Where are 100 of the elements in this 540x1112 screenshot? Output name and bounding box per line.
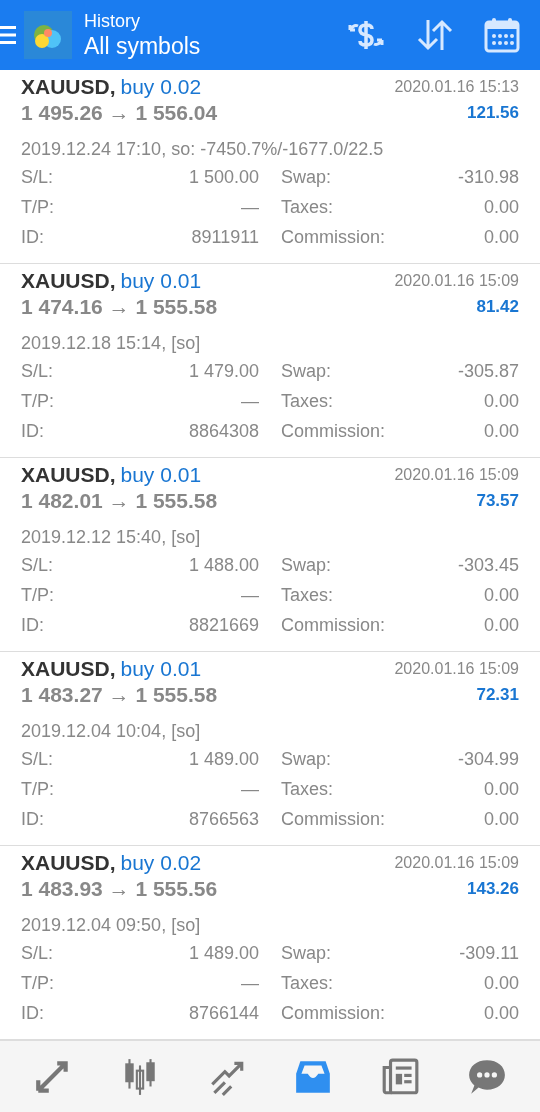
field-label: Swap:	[281, 359, 332, 383]
field-value: 0.00	[483, 807, 519, 831]
app-logo-icon	[24, 11, 72, 59]
deal-card[interactable]: XAUUSD, buy 0.01 2020.01.16 15:09 1 482.01 → 1 555.58 73.57 2019.12.12 15:40, [so] S/L: 1 488.00 Swap: -303.45 T/P: — Taxes: 0.00 ID: 8821669 Commission: 0.00	[0, 458, 540, 652]
field-label: T/P:	[21, 971, 54, 995]
field-label: ID:	[21, 1001, 44, 1025]
field-label: S/L:	[21, 941, 54, 965]
field-value: 8821669	[188, 613, 259, 637]
open-info: 2019.12.04 10:04, [so]	[21, 720, 202, 743]
field-value: —	[241, 777, 259, 801]
field-label: Swap:	[281, 747, 332, 771]
deal-card[interactable]: XAUUSD, buy 0.01 2020.01.16 15:09 1 474.16 → 1 555.58 81.42 2019.12.18 15:14, [so] S/L: 1 479.00 Swap: -305.87 T/P: — Taxes: 0.00 ID: 8864308 Commission: 0.00	[0, 264, 540, 458]
price-range: 1 483.27 → 1 555.58	[21, 682, 218, 709]
field-label: S/L:	[21, 747, 54, 771]
field-label: Taxes:	[281, 971, 334, 995]
deal-volume: buy 0.02	[120, 74, 202, 101]
field-value: -309.11	[459, 941, 519, 965]
price-range: 1 495.26 → 1 556.04	[21, 100, 218, 127]
profit: 72.31	[476, 684, 519, 707]
screen-title: History	[84, 10, 141, 32]
field-label: S/L:	[21, 553, 54, 577]
close-time: 2020.01.16 15:13	[394, 77, 519, 97]
field-label: Taxes:	[281, 777, 334, 801]
sort-icon[interactable]	[416, 18, 454, 52]
field-label: ID:	[21, 225, 44, 249]
field-label: Commission:	[281, 1001, 386, 1025]
field-label: Taxes:	[281, 389, 334, 413]
field-value: 0.00	[483, 195, 519, 219]
field-label: Swap:	[281, 941, 332, 965]
field-value: 0.00	[483, 1001, 519, 1025]
field-value: 0.00	[483, 613, 519, 637]
field-value: 1 479.00	[188, 359, 259, 383]
field-value: 0.00	[483, 583, 519, 607]
field-value: 8911911	[191, 225, 259, 249]
field-label: Taxes:	[281, 583, 334, 607]
field-value: -304.99	[457, 747, 519, 771]
deal-volume: buy 0.01	[120, 268, 202, 295]
field-label: T/P:	[21, 583, 54, 607]
field-label: Commission:	[281, 419, 386, 443]
deal-volume: buy 0.01	[120, 656, 202, 683]
field-value: 8766144	[188, 1001, 259, 1025]
field-label: S/L:	[21, 359, 54, 383]
deal-volume: buy 0.02	[120, 850, 202, 877]
field-label: Commission:	[281, 807, 386, 831]
profit: 73.57	[476, 490, 519, 513]
field-label: Taxes:	[281, 195, 334, 219]
field-value: —	[241, 971, 259, 995]
field-label: T/P:	[21, 389, 54, 413]
field-label: Commission:	[281, 225, 386, 249]
field-value: 0.00	[483, 419, 519, 443]
calendar-icon[interactable]	[484, 17, 520, 53]
field-value: 1 500.00	[188, 165, 259, 189]
deal-card[interactable]: XAUUSD, buy 0.02 2020.01.16 15:13 1 495.26 → 1 556.04 121.56 2019.12.24 17:10, so: -7450.7%/-1677.0/22.5 S/L: 1 500.00 Swap: -310.98 T/P: — Taxes: 0.00 ID: 8911911 Commission: 0.00	[0, 70, 540, 264]
field-value: 0.00	[483, 225, 519, 249]
field-value: -305.87	[457, 359, 519, 383]
menu-icon[interactable]	[0, 24, 16, 46]
field-label: T/P:	[21, 777, 54, 801]
field-label: ID:	[21, 807, 44, 831]
deal-symbol: XAUUSD,	[21, 74, 116, 101]
field-value: -303.45	[457, 553, 519, 577]
close-time: 2020.01.16 15:09	[394, 465, 519, 485]
field-label: S/L:	[21, 165, 54, 189]
field-value: 8766563	[188, 807, 259, 831]
open-info: 2019.12.12 15:40, [so]	[21, 526, 202, 549]
profit: 121.56	[467, 102, 519, 125]
field-label: ID:	[21, 613, 44, 637]
field-label: T/P:	[21, 195, 54, 219]
field-value: -310.98	[457, 165, 519, 189]
deal-symbol: XAUUSD,	[21, 268, 116, 295]
field-label: Swap:	[281, 553, 332, 577]
field-value: 1 488.00	[188, 553, 259, 577]
field-value: —	[241, 583, 259, 607]
deal-symbol: XAUUSD,	[21, 462, 116, 489]
field-label: Commission:	[281, 613, 386, 637]
field-value: 0.00	[483, 389, 519, 413]
open-info: 2019.12.24 17:10, so: -7450.7%/-1677.0/22.5	[21, 138, 385, 161]
open-info: 2019.12.04 09:50, [so]	[21, 914, 202, 937]
field-value: 8864308	[188, 419, 259, 443]
symbol-filter[interactable]: All symbols	[84, 32, 201, 60]
price-range: 1 483.93 → 1 555.56	[21, 876, 218, 903]
open-info: 2019.12.18 15:14, [so]	[21, 332, 202, 355]
deal-symbol: XAUUSD,	[21, 656, 116, 683]
close-time: 2020.01.16 15:09	[394, 853, 519, 873]
close-time: 2020.01.16 15:09	[394, 271, 519, 291]
profit: 143.26	[467, 878, 519, 901]
close-time: 2020.01.16 15:09	[394, 659, 519, 679]
field-label: ID:	[21, 419, 44, 443]
profit: 81.42	[476, 296, 519, 319]
field-value: 1 489.00	[188, 747, 259, 771]
deal-volume: buy 0.01	[120, 462, 202, 489]
field-value: —	[241, 389, 259, 413]
price-range: 1 474.16 → 1 555.58	[21, 294, 218, 321]
field-label: Swap:	[281, 165, 332, 189]
field-value: 1 489.00	[188, 941, 259, 965]
field-value: 0.00	[483, 777, 519, 801]
field-value: —	[241, 195, 259, 219]
currency-exchange-icon[interactable]	[346, 18, 386, 52]
newspaper-icon[interactable]	[380, 1056, 419, 1097]
deal-card[interactable]: XAUUSD, buy 0.01 2020.01.16 15:09 1 483.27 → 1 555.58 72.31 2019.12.04 10:04, [so] S/L: 1 489.00 Swap: -304.99 T/P: — Taxes: 0.00 ID: 8766563 Commission: 0.00	[0, 652, 540, 846]
price-range: 1 482.01 → 1 555.58	[21, 488, 218, 515]
